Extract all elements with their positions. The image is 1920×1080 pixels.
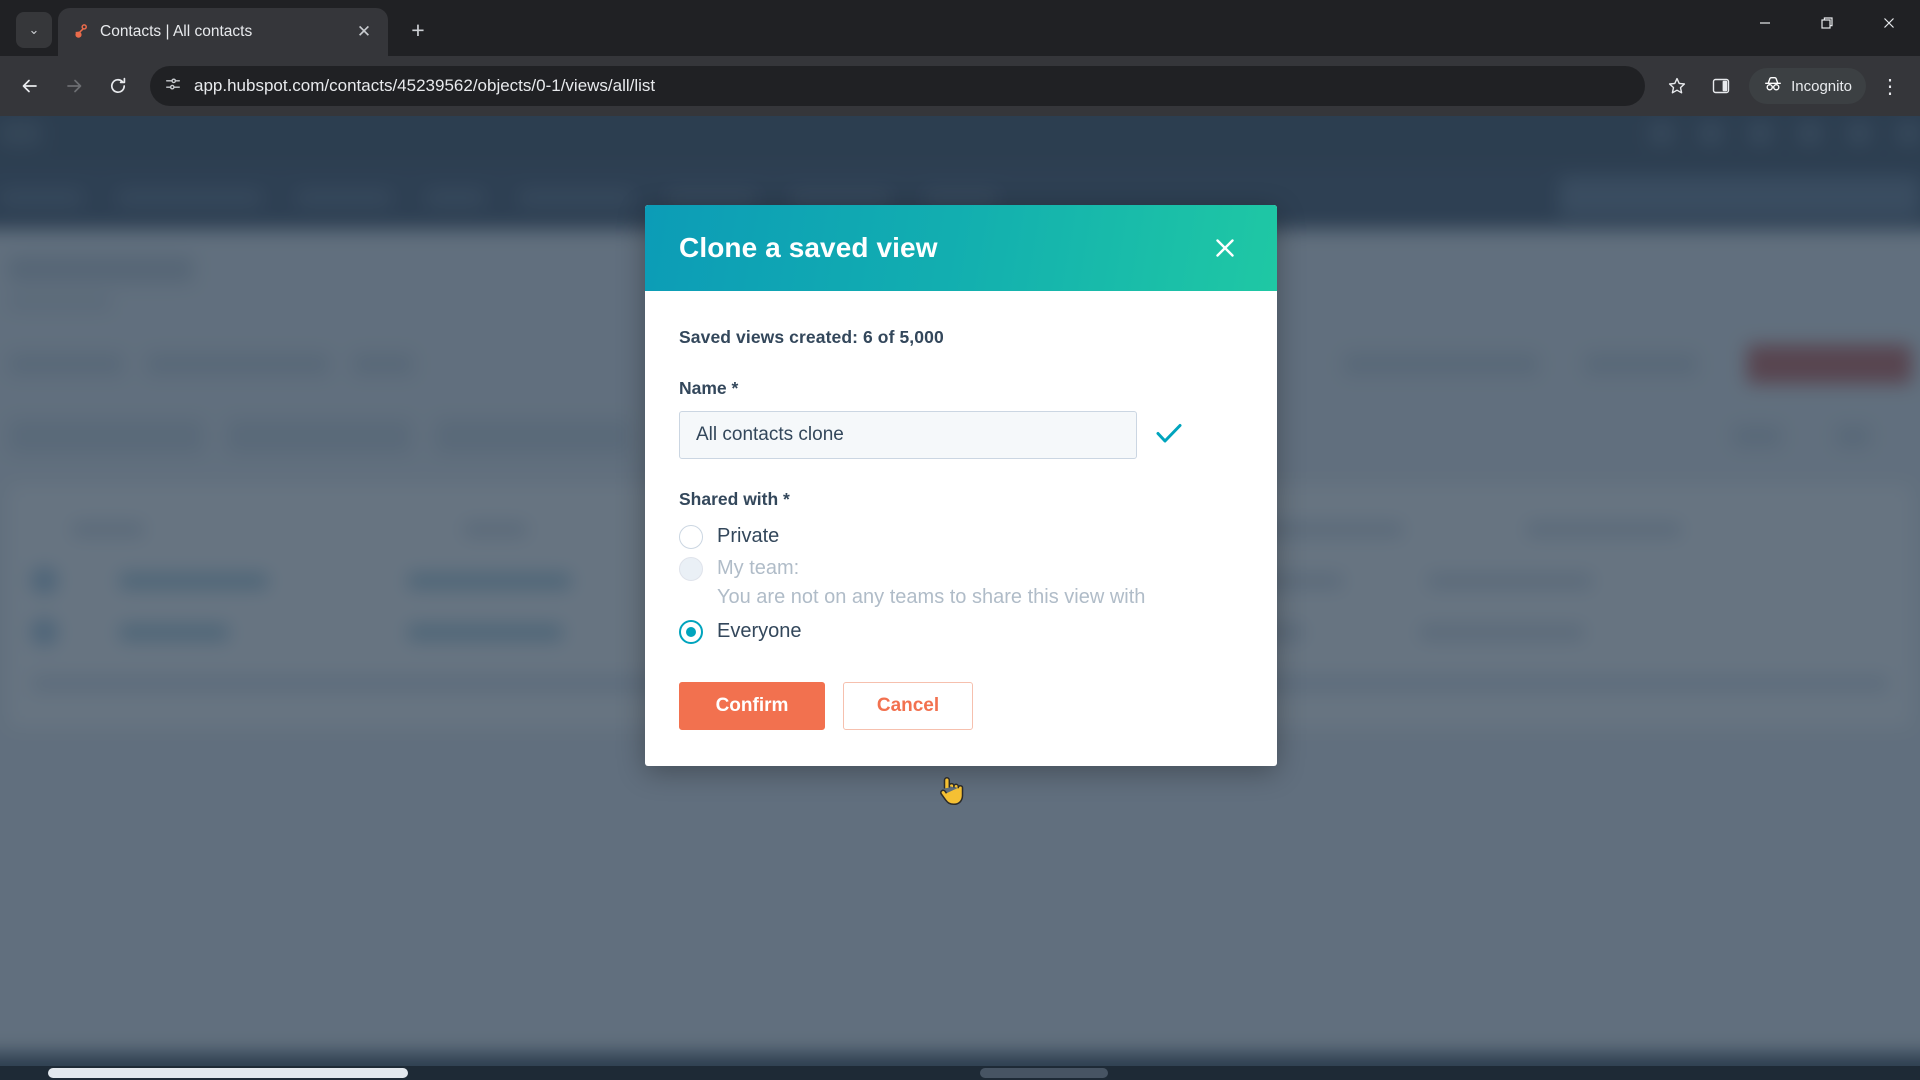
- dialog-footer: Confirm Cancel: [645, 650, 1277, 766]
- browser-toolbar: app.hubspot.com/contacts/45239562/object…: [0, 56, 1920, 116]
- forward-button[interactable]: [54, 66, 94, 106]
- minimize-button[interactable]: [1734, 0, 1796, 46]
- horizontal-scrollbar[interactable]: [0, 1066, 1920, 1080]
- dialog-body: Saved views created: 6 of 5,000 Name * S…: [645, 291, 1277, 646]
- radio-option-everyone[interactable]: Everyone: [679, 617, 1243, 645]
- name-field-row: [679, 411, 1243, 459]
- confirm-button[interactable]: Confirm: [679, 681, 825, 730]
- browser-menu-button[interactable]: ⋮: [1870, 66, 1910, 106]
- kebab-menu-icon: ⋮: [1880, 75, 1900, 98]
- valid-check-icon: [1155, 421, 1183, 450]
- plus-icon: +: [411, 16, 425, 43]
- shared-with-radio-group: Private My team: You are not on any team…: [679, 522, 1243, 646]
- radio-button-everyone[interactable]: [679, 620, 703, 645]
- cancel-button[interactable]: Cancel: [843, 681, 973, 730]
- shared-with-label: Shared with *: [679, 489, 790, 509]
- my-team-hint: You are not on any teams to share this v…: [717, 585, 1146, 608]
- close-window-button[interactable]: [1858, 0, 1920, 46]
- scrollbar-thumb[interactable]: [48, 1068, 408, 1078]
- chevron-down-icon: ⌄: [28, 22, 40, 37]
- address-bar[interactable]: app.hubspot.com/contacts/45239562/object…: [150, 66, 1646, 106]
- tab-title: Contacts | All contacts: [100, 23, 253, 40]
- maximize-button[interactable]: [1796, 0, 1858, 46]
- close-icon[interactable]: ✕: [352, 20, 376, 44]
- side-panel-icon[interactable]: [1701, 66, 1741, 106]
- window-controls: [1734, 0, 1920, 46]
- new-tab-button[interactable]: +: [400, 12, 436, 48]
- browser-tab[interactable]: Contacts | All contacts ✕: [58, 8, 388, 56]
- incognito-icon: [1763, 75, 1783, 97]
- radio-option-private[interactable]: Private: [679, 522, 1243, 550]
- clone-saved-view-dialog: Clone a saved view Saved views created: …: [645, 205, 1277, 766]
- radio-label-my-team: My team: You are not on any teams to sha…: [717, 554, 1145, 611]
- view-name-input[interactable]: [679, 411, 1137, 459]
- saved-views-count: Saved views created: 6 of 5,000: [679, 327, 944, 347]
- radio-button-private[interactable]: [679, 525, 703, 549]
- radio-label-private: Private: [717, 525, 780, 547]
- bookmark-star-icon[interactable]: [1657, 66, 1697, 106]
- radio-label-everyone: Everyone: [717, 620, 802, 643]
- my-team-title: My team:: [717, 557, 800, 580]
- tab-search-button[interactable]: ⌄: [16, 12, 52, 48]
- close-icon[interactable]: [1207, 230, 1243, 266]
- browser-window: ⌄ Contacts | All contacts ✕ + app.hubspo…: [0, 0, 1920, 1080]
- incognito-indicator[interactable]: Incognito: [1749, 68, 1866, 104]
- dialog-title: Clone a saved view: [679, 232, 938, 263]
- incognito-label: Incognito: [1791, 77, 1852, 95]
- dialog-header: Clone a saved view: [645, 205, 1277, 291]
- hubspot-sprocket-icon: [70, 22, 90, 42]
- back-button[interactable]: [10, 66, 50, 106]
- radio-button-my-team: [679, 557, 703, 582]
- scrollbar-thumb-secondary[interactable]: [980, 1068, 1108, 1078]
- tab-strip: ⌄ Contacts | All contacts ✕ +: [0, 0, 1920, 56]
- reload-button[interactable]: [98, 66, 138, 106]
- radio-option-my-team: My team: You are not on any teams to sha…: [679, 554, 1243, 611]
- site-settings-icon[interactable]: [164, 75, 182, 98]
- name-field-label: Name *: [679, 378, 739, 398]
- url-text: app.hubspot.com/contacts/45239562/object…: [194, 76, 656, 95]
